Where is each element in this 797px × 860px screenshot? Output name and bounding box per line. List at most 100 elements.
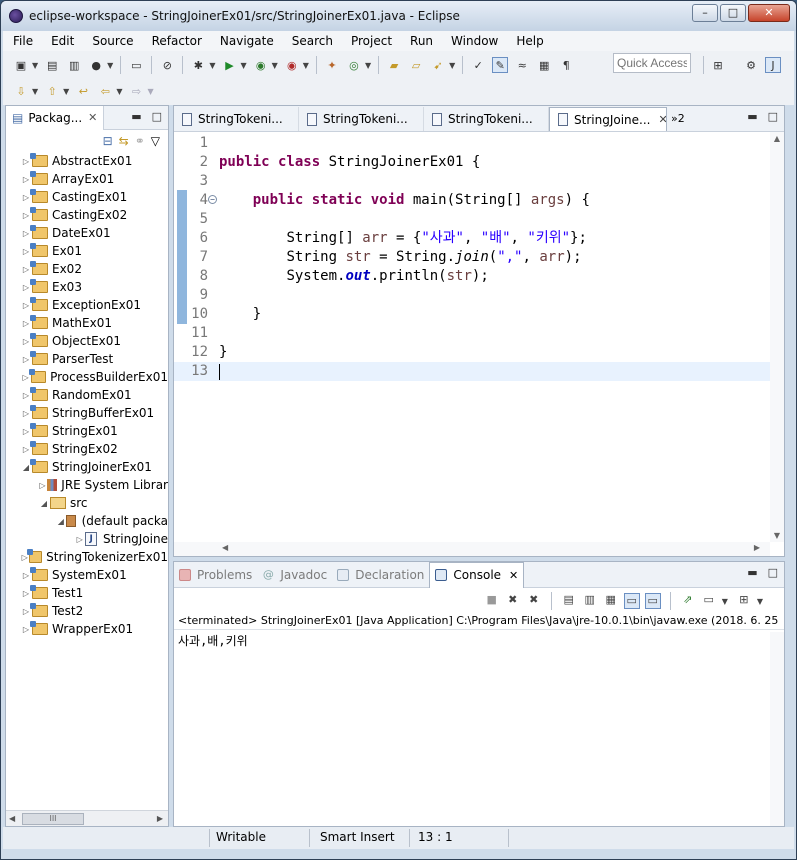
minimize-view-icon[interactable]: ▬ — [747, 110, 757, 123]
search-icon[interactable]: ➹ — [430, 57, 446, 73]
maximize-view-icon[interactable]: □ — [768, 566, 778, 579]
save-icon[interactable]: ▤ — [44, 57, 60, 73]
pin-console-icon[interactable]: ⇗ — [680, 593, 696, 609]
menu-project[interactable]: Project — [341, 34, 400, 48]
forward-icon[interactable]: ⇨ — [128, 83, 144, 99]
new-dropdown-icon[interactable]: ▼ — [32, 61, 38, 70]
tree-item[interactable]: ▷ StringTokenizerEx01 — [6, 548, 168, 566]
horizontal-scrollbar[interactable]: ◀ ▶ — [174, 542, 770, 556]
tree-item[interactable]: ▷ StringEx02 — [6, 440, 168, 458]
collapse-arrow-icon[interactable]: ◢ — [38, 499, 50, 508]
scroll-left-icon[interactable]: ◀ — [9, 814, 15, 823]
fold-toggle-icon[interactable]: − — [208, 195, 217, 204]
close-icon[interactable]: ✕ — [88, 111, 97, 124]
show-on-stderr-icon[interactable]: ▭ — [644, 593, 661, 609]
console-output[interactable]: 사과,배,키위 — [174, 630, 784, 651]
menu-help[interactable]: Help — [506, 34, 551, 48]
tree-item[interactable]: ▷ SystemEx01 — [6, 566, 168, 584]
tree-item[interactable]: ▷ Ex02 — [6, 260, 168, 278]
external-tools-icon[interactable]: ◉ — [284, 57, 300, 73]
new-java-project-icon[interactable]: ✦ — [324, 57, 340, 73]
terminate-icon[interactable]: ■ — [484, 593, 500, 609]
menu-search[interactable]: Search — [282, 34, 341, 48]
back-icon[interactable]: ⇦ — [97, 83, 113, 99]
terminal-icon[interactable]: ▭ — [128, 57, 144, 73]
vertical-scrollbar[interactable]: ▲ ▼ — [770, 132, 784, 542]
minimize-button[interactable]: – — [692, 4, 718, 22]
mark-occurrences-icon[interactable]: ✎ — [492, 57, 509, 73]
profile-icon[interactable]: ● — [88, 57, 104, 73]
menu-run[interactable]: Run — [400, 34, 441, 48]
block-selection-icon[interactable]: ▦ — [536, 57, 552, 73]
tree-item[interactable]: ▷ Ex03 — [6, 278, 168, 296]
scroll-right-icon[interactable]: ▶ — [157, 814, 163, 823]
external-tools-dropdown-icon[interactable]: ▼ — [303, 61, 309, 70]
more-tabs-button[interactable]: »2 — [671, 112, 685, 125]
link-with-editor-icon[interactable]: ⇆ — [119, 134, 129, 148]
close-icon[interactable]: ✕ — [658, 113, 666, 126]
new-icon[interactable]: ▣ — [13, 57, 29, 73]
java-ee-perspective-icon[interactable]: ⚙ — [743, 57, 759, 73]
debug-icon[interactable]: ✱ — [190, 57, 206, 73]
expand-arrow-icon[interactable]: ▷ — [74, 535, 85, 544]
tab-console[interactable]: Console ✕ — [429, 561, 525, 588]
forward-dropdown-icon[interactable]: ▼ — [147, 87, 153, 96]
word-wrap-icon[interactable]: ▦ — [603, 593, 619, 609]
last-edit-icon[interactable]: ↩ — [75, 83, 91, 99]
tree-item[interactable]: ▷ ExceptionEx01 — [6, 296, 168, 314]
scroll-down-icon[interactable]: ▼ — [770, 531, 784, 540]
tree-item[interactable]: ▷ StringEx01 — [6, 422, 168, 440]
scroll-left-icon[interactable]: ◀ — [222, 543, 228, 552]
tree-item[interactable]: ◢ src — [6, 494, 168, 512]
maximize-view-icon[interactable]: □ — [768, 110, 778, 123]
tree-item[interactable]: ▷ JRE System Librar — [6, 476, 168, 494]
collapse-arrow-icon[interactable]: ◢ — [56, 517, 66, 526]
clear-console-icon[interactable]: ▤ — [561, 593, 577, 609]
tree-item[interactable]: ◢ StringJoinerEx01 — [6, 458, 168, 476]
tree-item[interactable]: ▷ Ex01 — [6, 242, 168, 260]
open-console-icon[interactable]: ⊞ — [736, 593, 752, 609]
menu-navigate[interactable]: Navigate — [210, 34, 282, 48]
tree-item[interactable]: ▷ ArrayEx01 — [6, 170, 168, 188]
tree-item[interactable]: ▷ StringBufferEx01 — [6, 404, 168, 422]
toggle-annotation-icon[interactable]: ✓ — [470, 57, 486, 73]
display-console-dropdown-icon[interactable]: ▼ — [722, 597, 728, 606]
close-icon[interactable]: ✕ — [509, 569, 518, 582]
menu-source[interactable]: Source — [82, 34, 141, 48]
tree-item[interactable]: ▷ RandomEx01 — [6, 386, 168, 404]
previous-annotation-icon[interactable]: ⇧ — [44, 83, 60, 99]
vertical-scrollbar[interactable] — [770, 632, 784, 826]
new-class-icon[interactable]: ◎ — [346, 57, 362, 73]
tree-item[interactable]: ▷ CastingEx02 — [6, 206, 168, 224]
maximize-view-icon[interactable]: □ — [152, 110, 162, 123]
menu-file[interactable]: File — [3, 34, 41, 48]
scroll-up-icon[interactable]: ▲ — [770, 134, 784, 143]
editor-tab-active[interactable]: StringJoine... ✕ — [549, 107, 667, 131]
tree-item[interactable]: ▷ Test2 — [6, 602, 168, 620]
code-area[interactable]: 1 2 public class StringJoinerEx01 { 3 4− … — [174, 132, 770, 542]
open-type-icon[interactable]: ▰ — [386, 57, 402, 73]
display-console-icon[interactable]: ▭ — [701, 593, 717, 609]
new-class-dropdown-icon[interactable]: ▼ — [365, 61, 371, 70]
menu-refactor[interactable]: Refactor — [142, 34, 210, 48]
maximize-button[interactable]: □ — [720, 4, 746, 22]
focus-icon[interactable]: ⚭ — [135, 134, 145, 148]
tree-item[interactable]: ▷ CastingEx01 — [6, 188, 168, 206]
scroll-lock-icon[interactable]: ▥ — [582, 593, 598, 609]
profile-dropdown-icon[interactable]: ▼ — [107, 61, 113, 70]
next-annotation-dropdown-icon[interactable]: ▼ — [32, 87, 38, 96]
collapse-all-icon[interactable]: ⊟ — [103, 134, 113, 148]
scroll-thumb[interactable]: III — [22, 813, 84, 825]
tree-item[interactable]: ▷ Test1 — [6, 584, 168, 602]
editor-tab[interactable]: StringTokeni... — [299, 107, 424, 131]
back-dropdown-icon[interactable]: ▼ — [116, 87, 122, 96]
open-perspective-icon[interactable]: ⊞ — [710, 57, 726, 73]
run-dropdown-icon[interactable]: ▼ — [240, 61, 246, 70]
tab-problems[interactable]: Problems — [174, 562, 257, 588]
word-wrap-icon[interactable]: ≈ — [514, 57, 530, 73]
view-menu-icon[interactable]: ▽ — [151, 134, 160, 148]
debug-dropdown-icon[interactable]: ▼ — [209, 61, 215, 70]
remove-all-launches-icon[interactable]: ✖ — [526, 593, 542, 609]
open-console-dropdown-icon[interactable]: ▼ — [757, 597, 763, 606]
open-task-icon[interactable]: ▱ — [408, 57, 424, 73]
